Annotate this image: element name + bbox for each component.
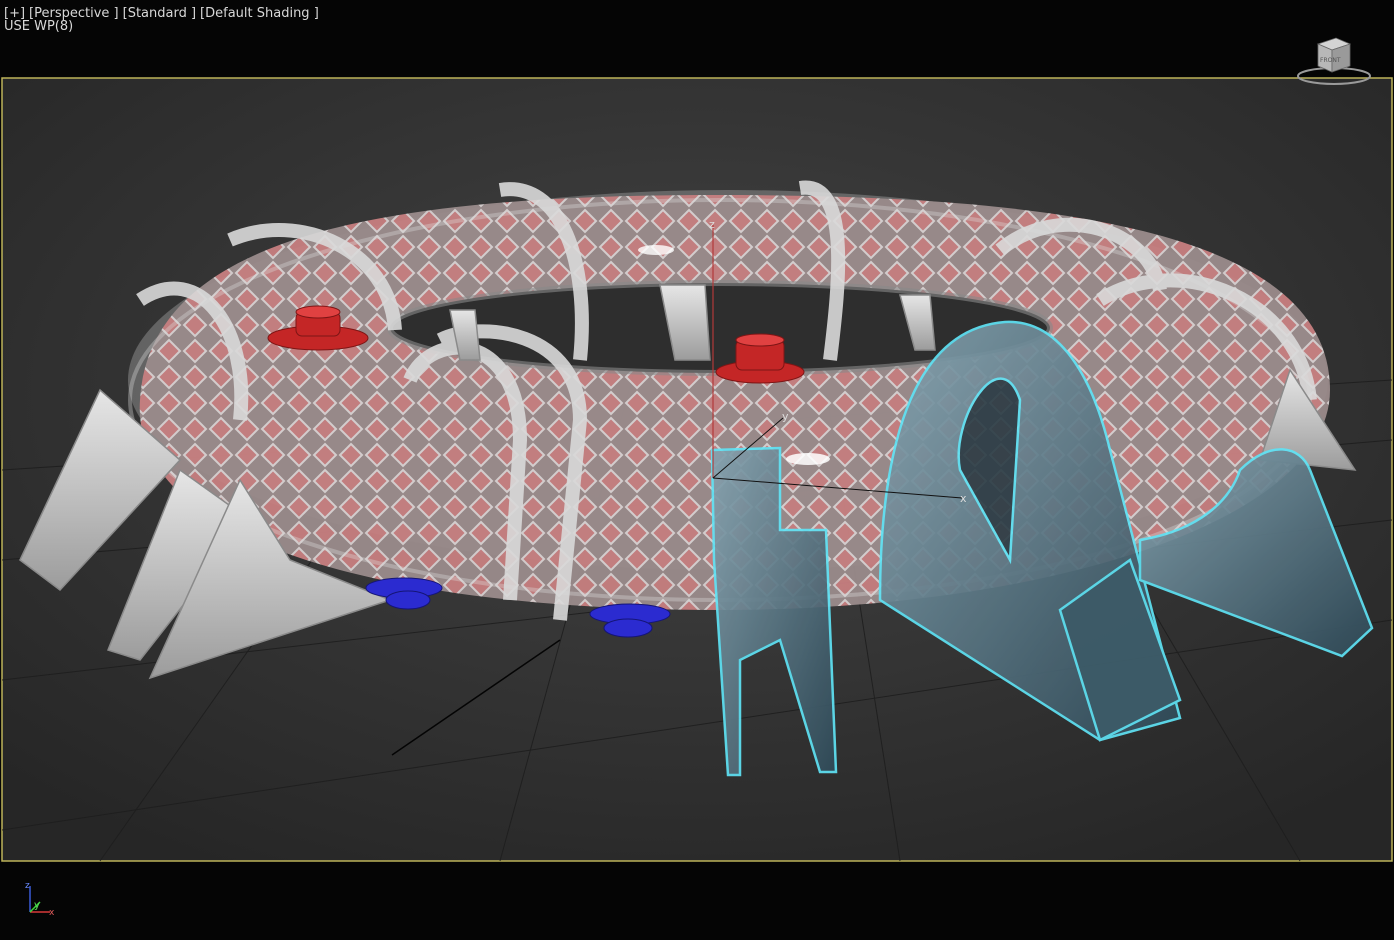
viewport-perspective[interactable]: z x y [+] [Perspective ] [Standard ] [De… [0, 0, 1394, 940]
axis-label-z: z [709, 218, 715, 231]
tripod-y-label: y [34, 900, 40, 911]
tripod-x-label: x [49, 908, 55, 918]
viewport-scene[interactable]: z x y [0, 0, 1394, 940]
workplane-label: USE WP(8) [4, 19, 74, 34]
viewport-shading-menu[interactable]: [Default Shading ] [200, 6, 319, 21]
axis-label-x: x [960, 492, 967, 505]
axis-label-y: y [782, 410, 789, 423]
viewcube-front-label: FRONT [1320, 57, 1341, 64]
viewcube[interactable]: FRONT [1296, 36, 1376, 90]
axis-tripod: z y x [25, 881, 55, 918]
viewport-standard-menu[interactable]: [Standard ] [123, 6, 196, 21]
tripod-z-label: z [25, 881, 30, 891]
